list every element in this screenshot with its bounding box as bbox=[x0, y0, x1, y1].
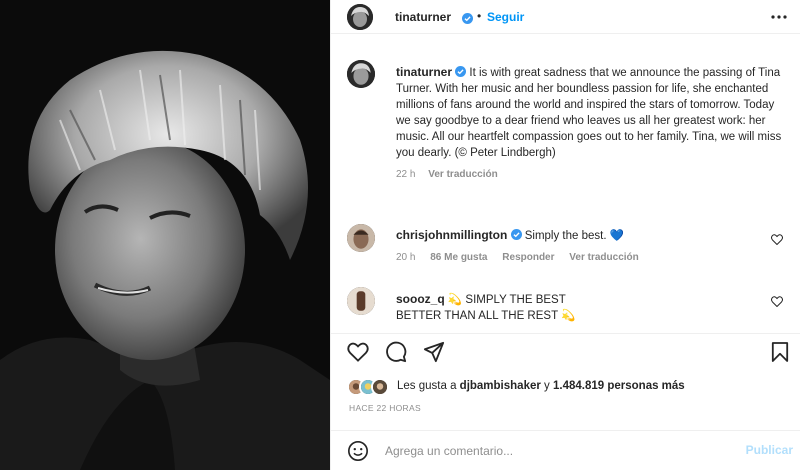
comment-text-line2: BETTER THAN ALL THE REST bbox=[396, 310, 558, 322]
post-actions-bar bbox=[331, 333, 800, 369]
sparkle-emoji: 💫 bbox=[561, 310, 576, 322]
post-details-panel: tinaturner • Seguir tinaturner It is wit… bbox=[330, 0, 800, 470]
likes-prefix: Les gusta a bbox=[397, 380, 457, 392]
reply-button[interactable]: Responder bbox=[502, 252, 554, 263]
add-comment-bar: Publicar bbox=[331, 430, 800, 470]
author-username[interactable]: tinaturner bbox=[395, 10, 451, 24]
caption-translate-link[interactable]: Ver traducción bbox=[428, 169, 497, 180]
follow-button[interactable]: Seguir bbox=[487, 10, 524, 24]
post-caption: tinaturner It is with great sadness that… bbox=[396, 64, 788, 183]
likes-summary: Les gusta a djbambishaker y 1.484.819 pe… bbox=[397, 380, 685, 392]
comment-row: chrisjohnmillington Simply the best. 💙 bbox=[396, 228, 624, 242]
commenter-avatar[interactable] bbox=[347, 287, 375, 315]
like-comment-heart-icon[interactable] bbox=[771, 234, 783, 245]
caption-text: It is with great sadness that we announc… bbox=[396, 67, 782, 159]
blue-heart-emoji: 💙 bbox=[609, 230, 625, 242]
comment-likes-count[interactable]: 86 Me gusta bbox=[430, 252, 487, 263]
likes-middle: y bbox=[544, 380, 550, 392]
likes-user-link[interactable]: djbambishaker bbox=[460, 380, 541, 392]
post-timestamp[interactable]: HACE 22 HORAS bbox=[349, 403, 421, 413]
comment-row: soooz_q 💫 SIMPLY THE BEST BETTER THAN AL… bbox=[396, 291, 575, 324]
emoji-smiley-icon[interactable] bbox=[347, 440, 369, 462]
publish-button[interactable]: Publicar bbox=[746, 443, 793, 457]
commenter-avatar[interactable] bbox=[347, 224, 375, 252]
comment-username[interactable]: chrisjohnmillington bbox=[396, 228, 507, 242]
caption-avatar[interactable] bbox=[347, 60, 375, 88]
comment-text-line1: SIMPLY THE BEST bbox=[465, 294, 566, 306]
sparkle-emoji: 💫 bbox=[447, 294, 463, 306]
save-bookmark-icon[interactable] bbox=[771, 341, 789, 363]
verified-badge-icon bbox=[462, 10, 473, 28]
instagram-post: tinaturner • Seguir tinaturner It is wit… bbox=[0, 0, 800, 470]
post-photo[interactable] bbox=[0, 0, 330, 470]
comment-input[interactable] bbox=[385, 442, 725, 460]
author-avatar[interactable] bbox=[347, 4, 373, 30]
like-comment-heart-icon[interactable] bbox=[771, 296, 783, 307]
like-heart-icon[interactable] bbox=[347, 342, 369, 362]
comment-time[interactable]: 20 h bbox=[396, 252, 415, 263]
verified-badge-icon bbox=[510, 229, 522, 242]
caption-username[interactable]: tinaturner bbox=[396, 65, 452, 79]
comment-meta: 20 h 86 Me gusta Responder Ver traducció… bbox=[396, 252, 639, 263]
post-header: tinaturner • Seguir bbox=[331, 0, 800, 34]
likes-count-link[interactable]: 1.484.819 personas más bbox=[553, 380, 685, 392]
share-paper-plane-icon[interactable] bbox=[423, 341, 445, 363]
comment-text: Simply the best. bbox=[524, 230, 607, 242]
portrait-image bbox=[0, 0, 330, 470]
more-options-icon[interactable] bbox=[771, 10, 787, 24]
verified-badge-icon bbox=[455, 66, 467, 79]
comment-translate-link[interactable]: Ver traducción bbox=[569, 252, 638, 263]
comment-username[interactable]: soooz_q bbox=[396, 292, 445, 306]
comment-bubble-icon[interactable] bbox=[385, 341, 407, 363]
header-separator: • bbox=[477, 9, 482, 23]
liker-avatar bbox=[371, 378, 389, 396]
caption-time[interactable]: 22 h bbox=[396, 169, 415, 180]
